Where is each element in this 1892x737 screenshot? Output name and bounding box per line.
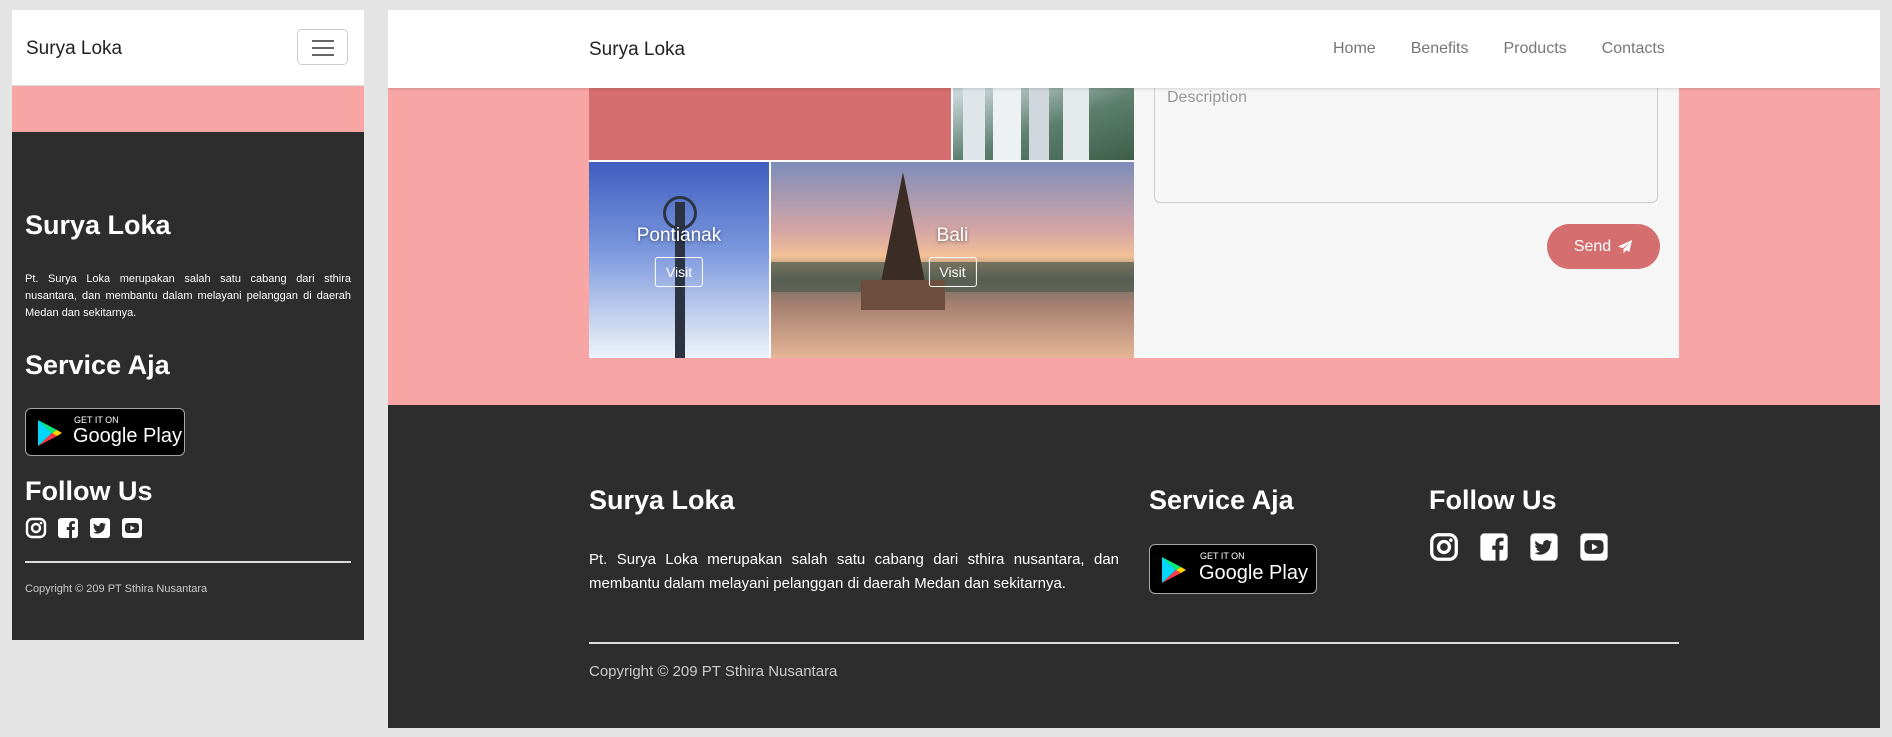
nav-benefits[interactable]: Benefits [1411,40,1469,58]
pontianak-visit-button[interactable]: Visit [654,257,704,287]
mobile-pink-band [12,86,364,132]
google-play-small-text: GET IT ON [74,415,119,425]
mobile-preview: Surya Loka Surya Loka Pt. Surya Loka mer… [12,10,364,640]
mobile-footer-description: Pt. Surya Loka merupakan salah satu caba… [25,273,351,319]
send-button[interactable]: Send [1547,224,1660,269]
copyright: Copyright © 209 PT Sthira Nusantara [589,663,838,680]
nav-contacts[interactable]: Contacts [1602,40,1665,58]
mobile-brand[interactable]: Surya Loka [26,38,122,60]
twitter-icon[interactable] [89,517,111,539]
footer-title: Surya Loka [589,485,735,515]
google-play-logo [1162,557,1186,583]
desktop-footer: Surya Loka Pt. Surya Loka merupakan sala… [388,405,1880,728]
google-play-small-text: GET IT ON [1200,551,1245,561]
follow-title: Follow Us [1429,485,1557,515]
gallery-tile-bali: Bali Visit [771,162,1134,358]
youtube-icon[interactable] [1579,532,1609,562]
mobile-follow-title: Follow Us [25,476,153,506]
facebook-icon[interactable] [57,517,79,539]
google-play-badge[interactable]: GET IT ON Google Play [25,408,185,456]
desktop-preview: Pontianak Visit Bali Visit Description S… [388,10,1880,728]
send-label: Send [1573,237,1612,255]
desktop-navbar: Surya Loka Home Benefits Products Contac… [388,10,1880,88]
mobile-navbar: Surya Loka [12,10,364,86]
google-play-logo [38,420,62,446]
mobile-copyright: Copyright © 209 PT Sthira Nusantara [25,583,208,595]
bali-label: Bali [936,225,969,246]
bali-visit-button[interactable]: Visit [928,257,977,287]
google-play-big-text: Google Play [1199,562,1308,584]
mobile-service-title: Service Aja [25,350,170,380]
nav-home[interactable]: Home [1333,40,1376,58]
hamburger-icon[interactable] [297,29,348,65]
twitter-icon[interactable] [1529,532,1559,562]
facebook-icon[interactable] [1479,532,1509,562]
mobile-footer-title: Surya Loka [25,210,171,240]
paper-plane-icon [1618,239,1633,253]
nav-menu: Home Benefits Products Contacts [1333,40,1700,58]
youtube-icon[interactable] [121,517,143,539]
google-play-badge[interactable]: GET IT ON Google Play [1149,544,1317,594]
pontianak-label: Pontianak [636,225,722,246]
desktop-brand[interactable]: Surya Loka [589,39,685,61]
service-title: Service Aja [1149,485,1294,515]
instagram-icon[interactable] [25,517,47,539]
mobile-footer-divider [25,561,351,563]
description-placeholder: Description [1167,89,1248,106]
nav-products[interactable]: Products [1504,40,1567,58]
gallery-tile-pontianak: Pontianak Visit [589,162,769,358]
footer-divider [589,642,1679,644]
google-play-big-text: Google Play [73,425,182,447]
instagram-icon[interactable] [1429,532,1459,562]
mobile-social-icons [25,517,143,539]
social-icons [1429,532,1609,562]
footer-description: Pt. Surya Loka merupakan salah satu caba… [589,551,1119,592]
